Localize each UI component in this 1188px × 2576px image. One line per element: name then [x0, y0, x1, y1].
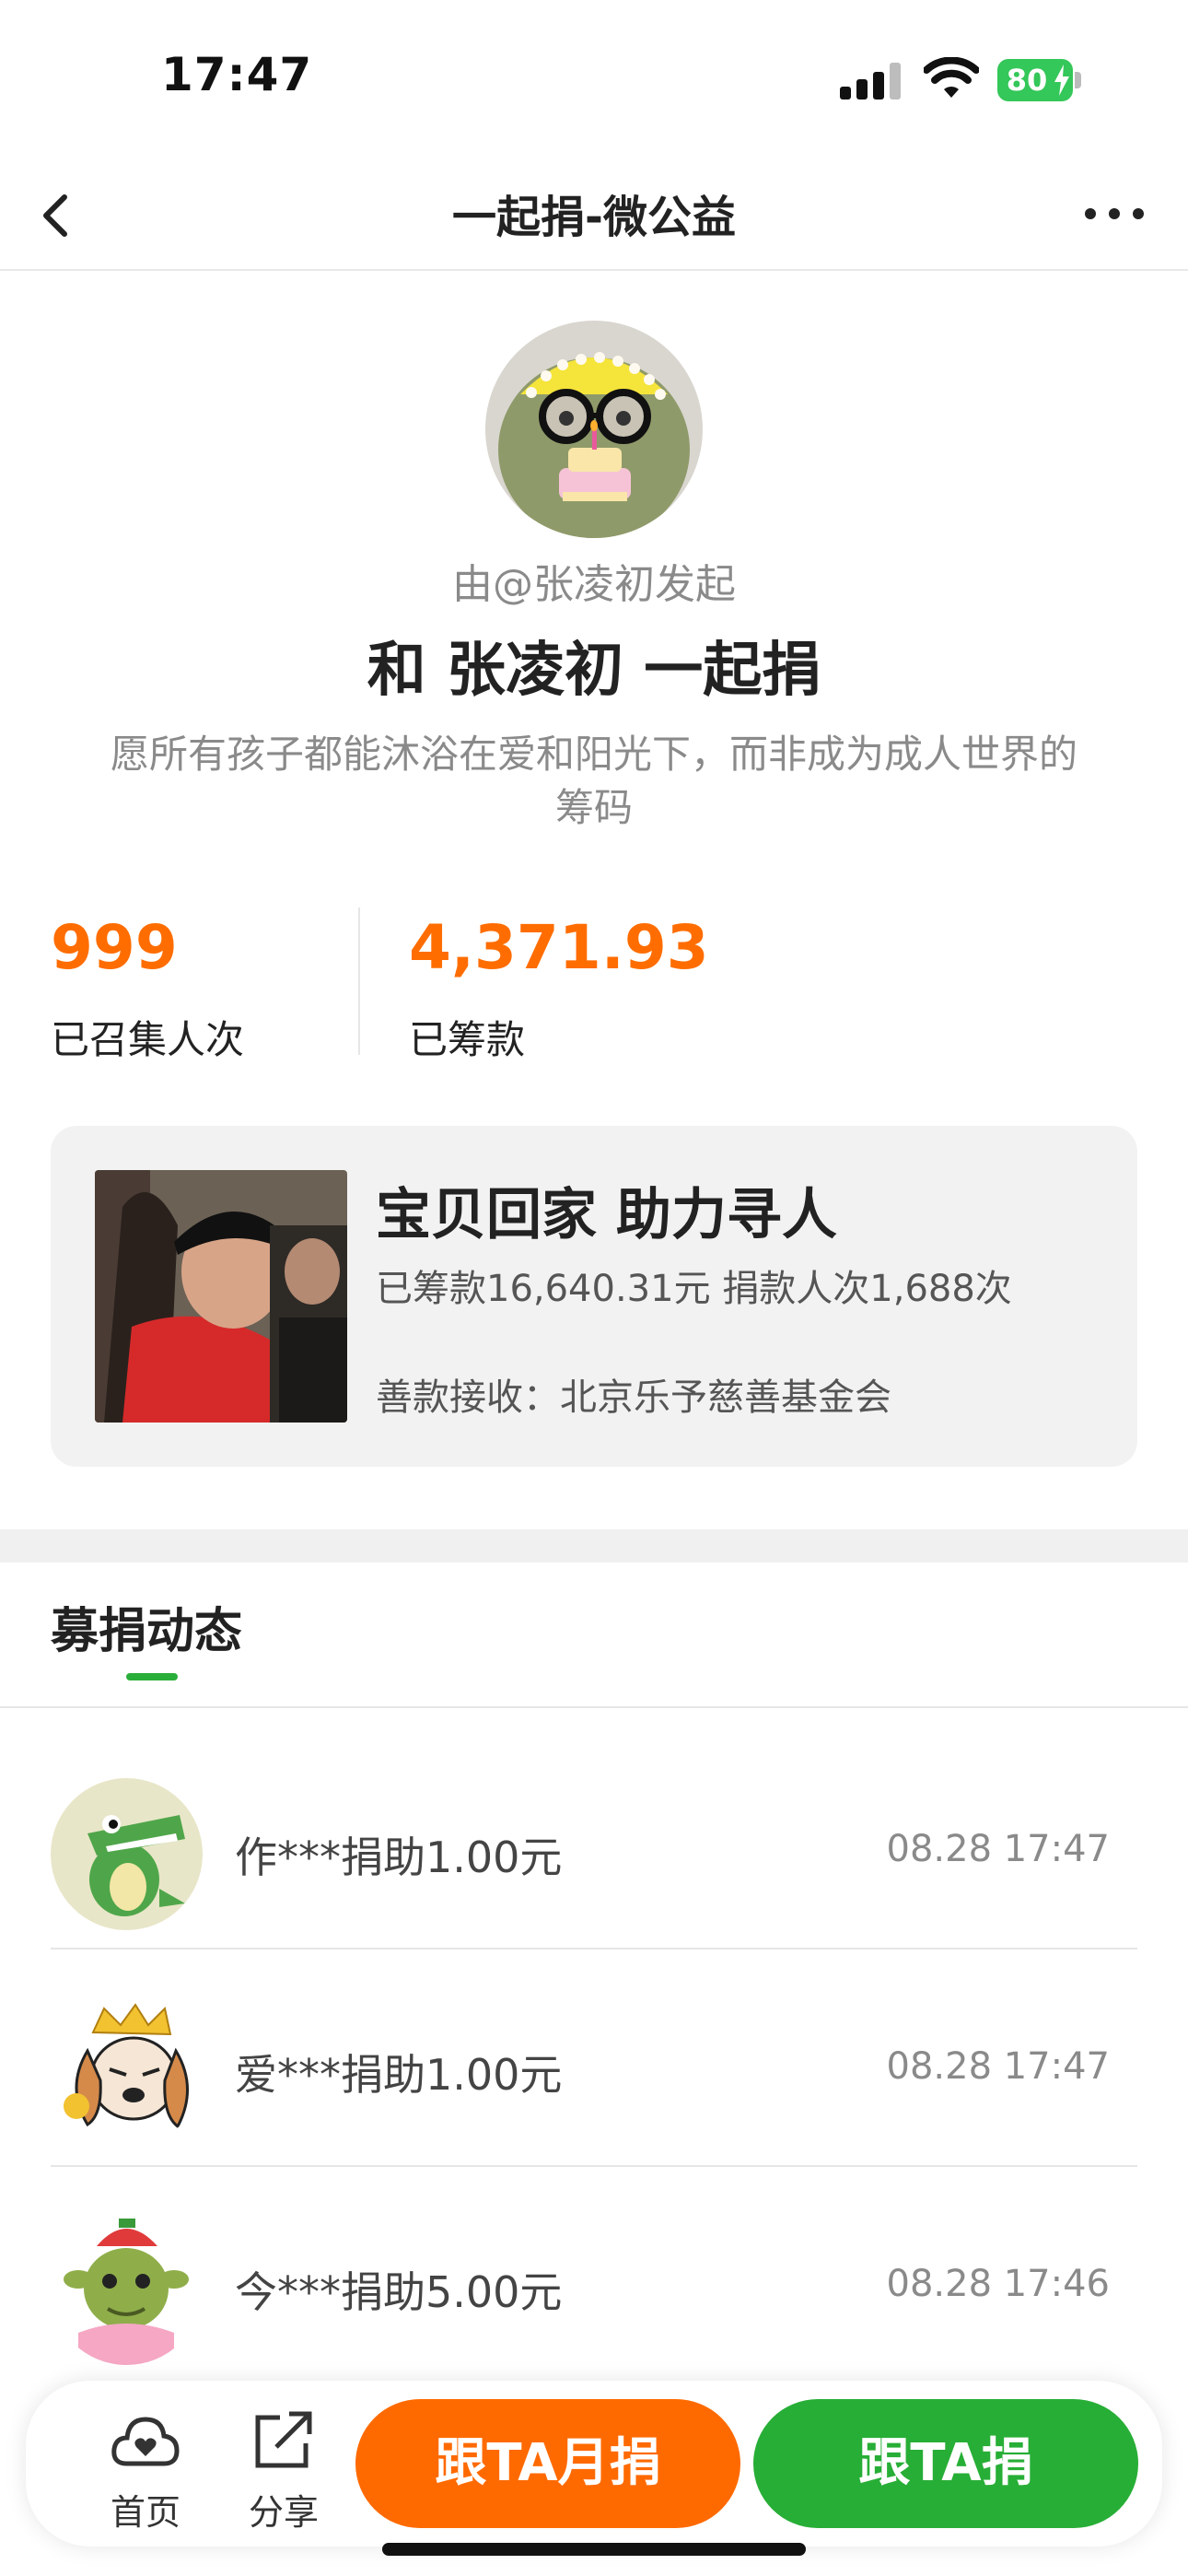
- feed-tab-donations[interactable]: 募捐动态: [51, 1592, 242, 1661]
- tab-home-label: 首页: [110, 2492, 181, 2533]
- tab-share-label: 分享: [248, 2492, 319, 2533]
- raised-label: 已筹款: [409, 1017, 526, 1062]
- tab-home[interactable]: 首页: [81, 2408, 210, 2533]
- project-image: [95, 1170, 347, 1423]
- project-stats: 已筹款16,640.31元 捐款人次1,688次: [376, 1268, 1012, 1310]
- donate-button[interactable]: 跟TA捐: [753, 2399, 1138, 2528]
- more-options-icon[interactable]: [1077, 193, 1151, 234]
- home-indicator[interactable]: [382, 2543, 806, 2556]
- battery-level: 80: [1006, 63, 1048, 98]
- bottom-action-bar: 首页 分享 跟TA月捐 跟TA捐: [26, 2381, 1162, 2547]
- cellular-signal-icon: [840, 63, 901, 100]
- nav-title: 一起捐-微公益: [452, 192, 736, 243]
- battery-icon: 80: [997, 59, 1082, 101]
- home-heart-cloud-icon: [111, 2417, 180, 2466]
- donation-time: 08.28 17:47: [886, 2045, 1111, 2088]
- headline: 和 张凌初 一起捐: [367, 637, 821, 705]
- slogan: 愿所有孩子都能沐浴在爱和阳光下，而非成为成人世界的筹码: [110, 732, 1077, 830]
- feed-header-line: [0, 1706, 1188, 1708]
- section-divider: [0, 1529, 1188, 1563]
- puppy-crown-avatar: [51, 1996, 203, 2148]
- donation-row[interactable]: 今***捐助5.00元 08.28 17:46: [51, 2167, 1137, 2384]
- tab-share[interactable]: 分享: [219, 2408, 348, 2533]
- project-title: 宝贝回家 助力寻人: [376, 1183, 837, 1247]
- battery-cap: [1075, 72, 1081, 88]
- donation-time: 08.28 17:47: [886, 1828, 1111, 1870]
- page: 17:47 80 一起捐-微公益 由@张凌初发起 和 张凌初 一起捐 愿所有孩子…: [0, 0, 1188, 2576]
- status-bar: 17:47 80: [0, 0, 1188, 157]
- participants-label: 已召集人次: [51, 1017, 245, 1062]
- stat-divider: [358, 907, 360, 1055]
- donation-text: 作***捐助1.00元: [235, 1832, 563, 1882]
- project-receiver: 善款接收：北京乐予慈善基金会: [376, 1376, 891, 1419]
- share-icon: [255, 2411, 312, 2468]
- donation-row[interactable]: 爱***捐助1.00元 08.28 17:47: [51, 1950, 1137, 2167]
- participants-count: 999: [51, 912, 178, 983]
- donation-row[interactable]: 作***捐助1.00元 08.28 17:47: [51, 1732, 1137, 1950]
- initiator-text[interactable]: 由@张凌初发起: [0, 551, 1188, 610]
- donation-text: 爱***捐助1.00元: [235, 2050, 563, 2100]
- donation-text: 今***捐助5.00元: [235, 2267, 563, 2317]
- tab-active-indicator: [126, 1673, 178, 1680]
- project-card[interactable]: 宝贝回家 助力寻人 已筹款16,640.31元 捐款人次1,688次 善款接收：…: [51, 1126, 1137, 1467]
- nav-bar: 一起捐-微公益: [0, 157, 1188, 271]
- status-time: 17:47: [161, 48, 313, 101]
- charging-bolt-icon: [1054, 64, 1069, 96]
- ogre-strawberry-avatar: [51, 2213, 203, 2365]
- crocodile-avatar: [51, 1778, 203, 1930]
- donation-time: 08.28 17:46: [886, 2263, 1111, 2305]
- monthly-donate-button[interactable]: 跟TA月捐: [355, 2399, 740, 2528]
- initiator-avatar[interactable]: [485, 321, 703, 538]
- wifi-icon: [924, 57, 979, 98]
- raised-amount: 4,371.93: [409, 912, 709, 983]
